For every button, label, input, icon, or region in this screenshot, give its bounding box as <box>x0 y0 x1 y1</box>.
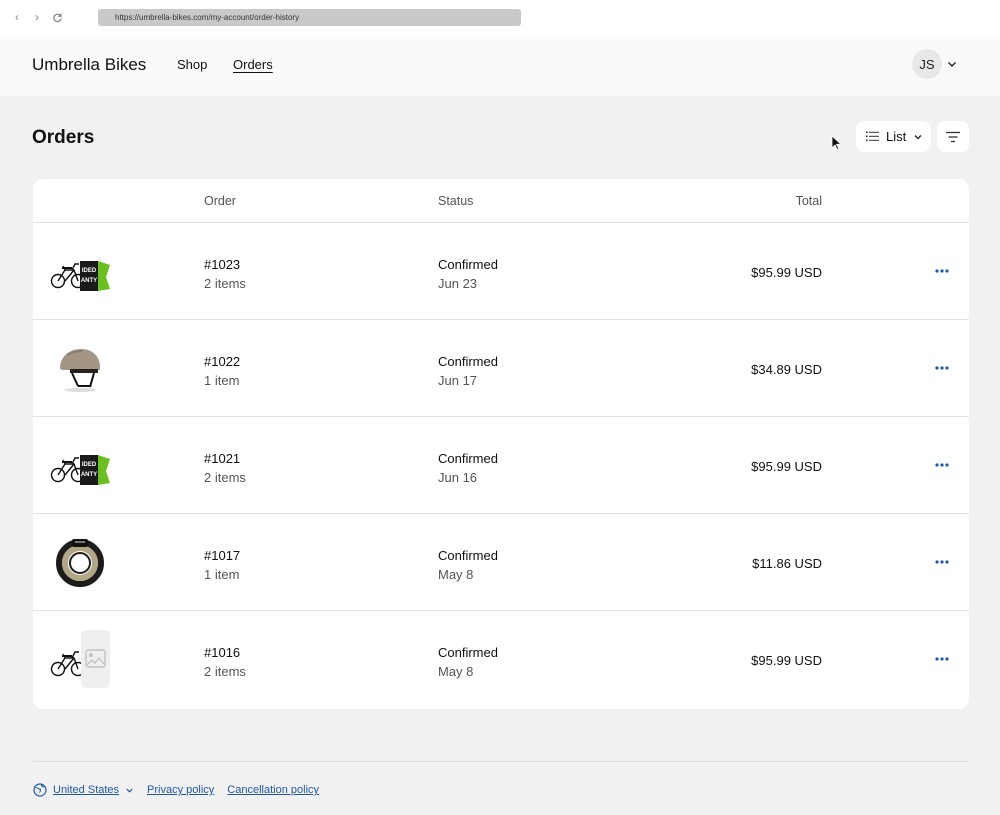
order-total: $34.89 USD <box>751 362 822 377</box>
browser-toolbar: ‹ › https://umbrella-bikes.com/my-accoun… <box>0 0 1000 36</box>
chevron-down-icon <box>126 788 133 793</box>
item-count: 2 items <box>204 276 246 291</box>
order-cell: #1021 2 items <box>204 449 246 487</box>
more-horizontal-icon <box>935 560 949 564</box>
status-label: Confirmed <box>438 548 498 563</box>
order-number[interactable]: #1022 <box>204 352 240 371</box>
order-cell: #1017 1 item <box>204 546 240 584</box>
list-icon <box>866 131 879 142</box>
order-cell: #1023 2 items <box>204 255 246 293</box>
site-header: Umbrella Bikes Shop Orders JS <box>0 36 1000 96</box>
order-total: $95.99 USD <box>751 653 822 668</box>
product-thumbnail: IDED ANTY <box>50 241 110 301</box>
view-toggle-label: List <box>886 129 907 144</box>
order-number[interactable]: #1017 <box>204 546 240 565</box>
more-options-button[interactable] <box>934 555 950 569</box>
product-thumbnail: IDED ANTY <box>50 435 110 495</box>
more-options-button[interactable] <box>934 652 950 666</box>
table-row[interactable]: #1022 1 item Confirmed Jun 17 $34.89 USD <box>33 320 969 417</box>
status-cell: Confirmed Jun 17 <box>438 352 498 390</box>
more-horizontal-icon <box>935 366 949 370</box>
order-cell: #1016 2 items <box>204 643 246 681</box>
more-horizontal-icon <box>935 463 949 467</box>
table-header: Order Status Total <box>33 179 969 223</box>
filter-icon <box>946 131 960 142</box>
status-cell: Confirmed Jun 23 <box>438 255 498 293</box>
status-label: Confirmed <box>438 645 498 660</box>
column-header-order: Order <box>204 194 236 208</box>
order-total: $95.99 USD <box>751 265 822 280</box>
status-label: Confirmed <box>438 257 498 272</box>
product-thumbnail <box>50 629 110 689</box>
item-count: 2 items <box>204 470 246 485</box>
order-cell: #1022 1 item <box>204 352 240 390</box>
order-total: $95.99 USD <box>751 459 822 474</box>
more-options-button[interactable] <box>934 361 950 375</box>
svg-text:ANTY: ANTY <box>81 278 97 284</box>
page-title: Orders <box>32 127 95 148</box>
more-options-button[interactable] <box>934 264 950 278</box>
status-date: May 8 <box>438 567 474 582</box>
status-label: Confirmed <box>438 354 498 369</box>
nav-orders-link[interactable]: Orders <box>233 57 273 72</box>
status-date: Jun 16 <box>438 470 478 485</box>
view-toggle-button[interactable]: List <box>856 121 931 152</box>
country-selector[interactable]: United States <box>33 783 134 797</box>
product-thumbnail <box>50 338 110 398</box>
mouse-cursor-icon <box>831 135 842 151</box>
order-number[interactable]: #1023 <box>204 255 246 274</box>
more-horizontal-icon <box>935 657 949 661</box>
chevron-down-icon <box>914 134 922 139</box>
column-header-total: Total <box>795 194 822 208</box>
svg-text:IDED: IDED <box>82 462 97 468</box>
status-date: Jun 23 <box>438 276 478 291</box>
reload-icon[interactable] <box>50 10 64 24</box>
address-bar[interactable]: https://umbrella-bikes.com/my-account/or… <box>98 9 521 26</box>
table-row[interactable]: #1017 1 item Confirmed May 8 $11.86 USD <box>33 514 969 611</box>
table-row[interactable]: IDED ANTY #1023 2 items Confirmed Jun 23 $95.9… <box>33 223 969 320</box>
item-count: 1 item <box>204 373 240 388</box>
forward-icon[interactable]: › <box>30 10 44 24</box>
status-date: Jun 17 <box>438 373 478 388</box>
table-row[interactable]: #1016 2 items Confirmed May 8 $95.99 USD <box>33 611 969 708</box>
svg-text:ANTY: ANTY <box>81 472 97 478</box>
chevron-down-icon[interactable] <box>946 58 958 70</box>
order-total: $11.86 USD <box>752 556 822 571</box>
column-header-status: Status <box>438 194 474 208</box>
item-count: 1 item <box>204 567 240 582</box>
item-count: 2 items <box>204 664 246 679</box>
status-cell: Confirmed May 8 <box>438 546 498 584</box>
avatar[interactable]: JS <box>912 49 942 79</box>
country-label: United States <box>53 784 120 796</box>
more-options-button[interactable] <box>934 458 950 472</box>
order-number[interactable]: #1021 <box>204 449 246 468</box>
footer-divider <box>33 761 969 762</box>
more-horizontal-icon <box>935 269 949 273</box>
table-row[interactable]: IDED ANTY #1021 2 items Confirmed Jun 16 $95.9… <box>33 417 969 514</box>
footer: United States Privacy policy Cancellatio… <box>33 781 332 799</box>
nav-shop-link[interactable]: Shop <box>177 57 207 72</box>
back-icon[interactable]: ‹ <box>10 10 24 24</box>
status-cell: Confirmed May 8 <box>438 643 498 681</box>
privacy-policy-link[interactable]: Privacy policy <box>147 784 214 796</box>
status-cell: Confirmed Jun 16 <box>438 449 498 487</box>
product-thumbnail <box>50 532 110 592</box>
status-date: May 8 <box>438 664 474 679</box>
filter-button[interactable] <box>937 121 969 152</box>
svg-text:IDED: IDED <box>82 268 97 274</box>
globe-icon <box>33 783 47 797</box>
cancellation-policy-link[interactable]: Cancellation policy <box>227 784 319 796</box>
orders-table: Order Status Total IDED ANTY #1023 2 items C… <box>33 179 969 709</box>
order-number[interactable]: #1016 <box>204 643 246 662</box>
brand-logo[interactable]: Umbrella Bikes <box>32 55 146 75</box>
status-label: Confirmed <box>438 451 498 466</box>
